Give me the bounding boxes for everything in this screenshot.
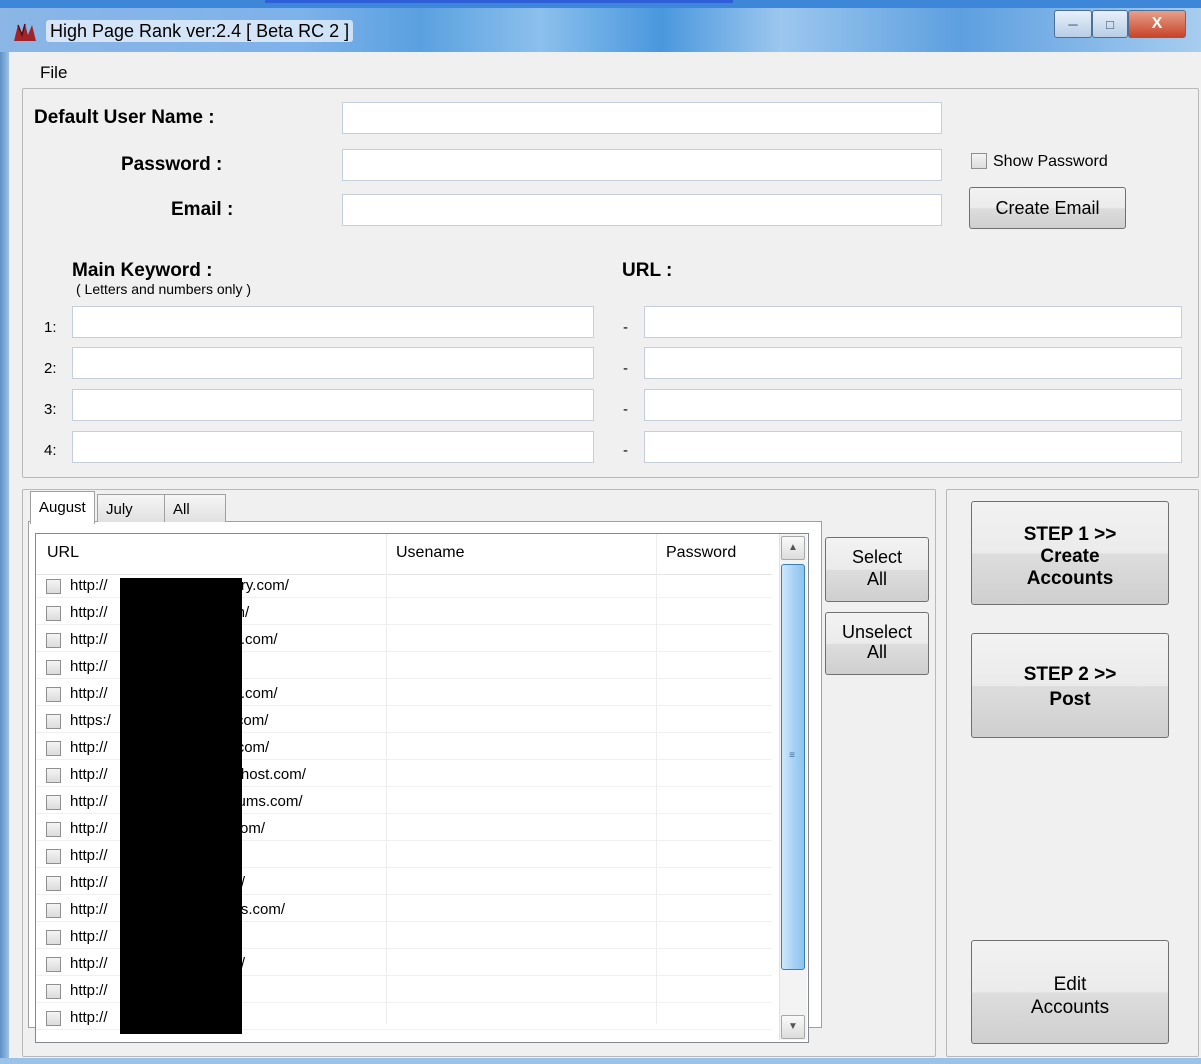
url-field-4[interactable] [644, 431, 1182, 464]
list-header: URL Usename Password [36, 534, 772, 575]
column-header-username[interactable]: Usename [396, 544, 464, 562]
email-field[interactable] [342, 194, 942, 227]
username-input[interactable] [349, 103, 939, 135]
step1-title: STEP 1 >> [1023, 524, 1117, 545]
tab-all[interactable]: All [164, 494, 226, 522]
edit-line2: Accounts [1030, 997, 1110, 1018]
step2-post-button[interactable]: STEP 2 >> Post [971, 633, 1169, 738]
row-checkbox[interactable] [46, 714, 61, 729]
window-frame-left [0, 52, 9, 1064]
row-checkbox[interactable] [46, 687, 61, 702]
email-label: Email : [171, 199, 234, 220]
redaction-block [120, 578, 242, 1034]
create-email-button[interactable]: Create Email [969, 187, 1126, 229]
row-checkbox[interactable] [46, 606, 61, 621]
window-title: High Page Rank ver:2.4 [ Beta RC 2 ] [46, 20, 354, 42]
background-link-underline [265, 0, 733, 3]
tab-august[interactable]: August [30, 491, 95, 524]
column-header-url[interactable]: URL [47, 544, 79, 562]
edit-accounts-button[interactable]: Edit Accounts [971, 940, 1169, 1044]
url-field-1[interactable] [644, 306, 1182, 339]
url-input-1[interactable] [651, 307, 1179, 339]
minimize-button[interactable]: ─ [1054, 10, 1092, 38]
select-all-label: Select All [851, 547, 903, 589]
row-checkbox[interactable] [46, 903, 61, 918]
password-field[interactable] [342, 149, 942, 182]
tab-july[interactable]: July [97, 494, 165, 522]
row-separator-3: - [623, 401, 628, 418]
row-number-4: 4: [44, 442, 57, 459]
menu-file[interactable]: File [40, 63, 67, 83]
row-url: http:// [70, 847, 108, 864]
select-all-button[interactable]: Select All [825, 537, 929, 602]
row-checkbox[interactable] [46, 768, 61, 783]
scroll-up-arrow-icon[interactable]: ▲ [781, 536, 805, 560]
email-input[interactable] [349, 195, 939, 227]
step1-create-accounts-button[interactable]: STEP 1 >> Create Accounts [971, 501, 1169, 605]
keyword-input-2[interactable] [79, 348, 591, 380]
scroll-thumb[interactable] [781, 564, 805, 970]
step1-line2: Create [1040, 546, 1100, 567]
step1-line3: Accounts [1026, 568, 1114, 589]
row-url: http:// [70, 928, 108, 945]
row-checkbox[interactable] [46, 1011, 61, 1026]
row-checkbox[interactable] [46, 930, 61, 945]
unselect-all-label: Unselect All [841, 622, 913, 662]
edit-line1: Edit [1053, 974, 1087, 995]
row-checkbox[interactable] [46, 633, 61, 648]
row-checkbox[interactable] [46, 876, 61, 891]
main-keyword-label: Main Keyword : [72, 260, 213, 281]
close-button[interactable]: X [1128, 10, 1186, 38]
show-password-checkbox[interactable] [971, 153, 987, 169]
keyword-field-1[interactable] [72, 306, 594, 339]
step2-line2: Post [1049, 689, 1091, 710]
window-frame-bottom [0, 1058, 1201, 1064]
unselect-all-button[interactable]: Unselect All [825, 612, 929, 675]
keyword-input-1[interactable] [79, 307, 591, 339]
url-field-3[interactable] [644, 389, 1182, 422]
row-separator-2: - [623, 360, 628, 377]
row-checkbox[interactable] [46, 822, 61, 837]
row-number-2: 2: [44, 360, 57, 377]
username-label: Default User Name : [34, 107, 215, 128]
scroll-down-arrow-icon[interactable]: ▼ [781, 1015, 805, 1039]
grip-icon: ≡ [789, 750, 795, 761]
maximize-button[interactable]: □ [1092, 10, 1128, 38]
row-checkbox[interactable] [46, 741, 61, 756]
row-separator-4: - [623, 442, 628, 459]
keyword-input-4[interactable] [79, 432, 591, 464]
row-checkbox[interactable] [46, 660, 61, 675]
row-checkbox[interactable] [46, 849, 61, 864]
row-url: http:// [70, 1009, 108, 1026]
url-input-3[interactable] [651, 390, 1179, 422]
row-checkbox[interactable] [46, 957, 61, 972]
url-label: URL : [622, 260, 673, 281]
url-input-2[interactable] [651, 348, 1179, 380]
app-icon [14, 23, 36, 41]
row-checkbox[interactable] [46, 579, 61, 594]
show-password-label[interactable]: Show Password [993, 153, 1108, 171]
url-field-2[interactable] [644, 347, 1182, 380]
url-input-4[interactable] [651, 432, 1179, 464]
row-checkbox[interactable] [46, 795, 61, 810]
keyword-hint: ( Letters and numbers only ) [76, 281, 252, 297]
row-number-3: 3: [44, 401, 57, 418]
window-title-text: High Page Rank ver:2.4 [ Beta RC 2 ] [46, 20, 354, 42]
keyword-field-4[interactable] [72, 431, 594, 464]
row-number-1: 1: [44, 319, 57, 336]
row-checkbox[interactable] [46, 984, 61, 999]
row-separator-1: - [623, 319, 628, 336]
username-field[interactable] [342, 102, 942, 135]
step2-title: STEP 2 >> [1023, 664, 1117, 685]
keyword-field-2[interactable] [72, 347, 594, 380]
column-header-password[interactable]: Password [666, 544, 736, 562]
password-label: Password : [121, 154, 223, 175]
password-input[interactable] [349, 150, 939, 182]
keyword-input-3[interactable] [79, 390, 591, 422]
keyword-field-3[interactable] [72, 389, 594, 422]
